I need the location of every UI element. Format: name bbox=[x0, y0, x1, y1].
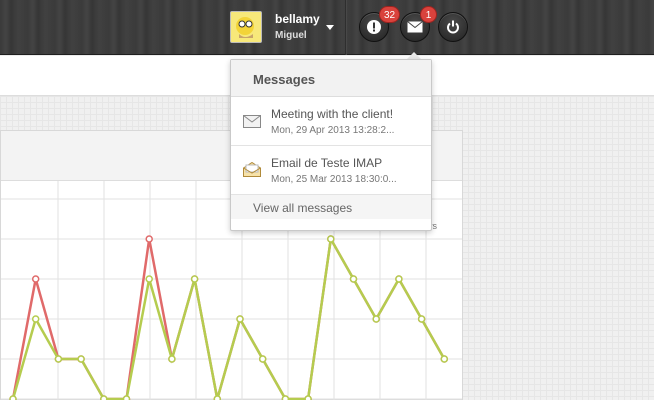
message-item[interactable]: Email de Teste IMAP Mon, 25 Mar 2013 18:… bbox=[231, 146, 431, 195]
user-name[interactable]: bellamy bbox=[275, 12, 320, 26]
data-point bbox=[122, 395, 131, 400]
message-title: Meeting with the client! bbox=[271, 107, 394, 121]
data-point bbox=[145, 275, 153, 283]
data-point bbox=[236, 315, 244, 323]
envelope-open-icon bbox=[243, 162, 261, 177]
message-date: Mon, 25 Mar 2013 18:30:0... bbox=[271, 174, 397, 185]
data-point bbox=[213, 395, 222, 400]
data-point bbox=[395, 275, 403, 283]
message-title: Email de Teste IMAP bbox=[271, 156, 383, 170]
avatar[interactable] bbox=[230, 11, 262, 43]
logout-button[interactable] bbox=[438, 12, 468, 42]
view-all-messages-link[interactable]: View all messages bbox=[231, 195, 431, 219]
data-point bbox=[100, 395, 108, 400]
message-date: Mon, 29 Apr 2013 13:28:2... bbox=[271, 125, 395, 136]
messages-dropdown: Messages Meeting with the client! Mon, 2… bbox=[230, 59, 432, 231]
data-point bbox=[258, 355, 267, 363]
navbar-divider bbox=[345, 0, 347, 55]
data-point bbox=[31, 315, 40, 323]
data-point bbox=[304, 395, 312, 400]
envelope-closed-icon bbox=[243, 115, 261, 128]
data-point bbox=[9, 395, 17, 400]
message-item[interactable]: Meeting with the client! Mon, 29 Apr 201… bbox=[231, 97, 431, 146]
envelope-icon bbox=[407, 21, 423, 33]
data-point bbox=[31, 275, 40, 283]
data-point bbox=[440, 355, 449, 363]
data-point bbox=[54, 355, 63, 363]
messages-count-badge: 1 bbox=[420, 6, 437, 23]
chevron-down-icon[interactable] bbox=[326, 25, 334, 30]
data-point bbox=[190, 275, 199, 283]
dropdown-pointer bbox=[407, 52, 421, 59]
user-subtitle[interactable]: Miguel bbox=[275, 30, 307, 41]
data-point bbox=[168, 355, 176, 363]
user-avatar-icon bbox=[231, 12, 261, 42]
power-icon bbox=[447, 20, 459, 34]
data-point bbox=[349, 275, 358, 283]
data-point bbox=[145, 235, 153, 243]
data-point bbox=[417, 315, 426, 323]
data-point bbox=[372, 315, 380, 323]
data-point bbox=[327, 235, 335, 243]
data-point bbox=[77, 355, 85, 363]
dropdown-title: Messages bbox=[231, 60, 431, 97]
data-point bbox=[281, 395, 290, 400]
alerts-count-badge: 32 bbox=[379, 6, 401, 23]
exclamation-icon bbox=[367, 20, 381, 34]
